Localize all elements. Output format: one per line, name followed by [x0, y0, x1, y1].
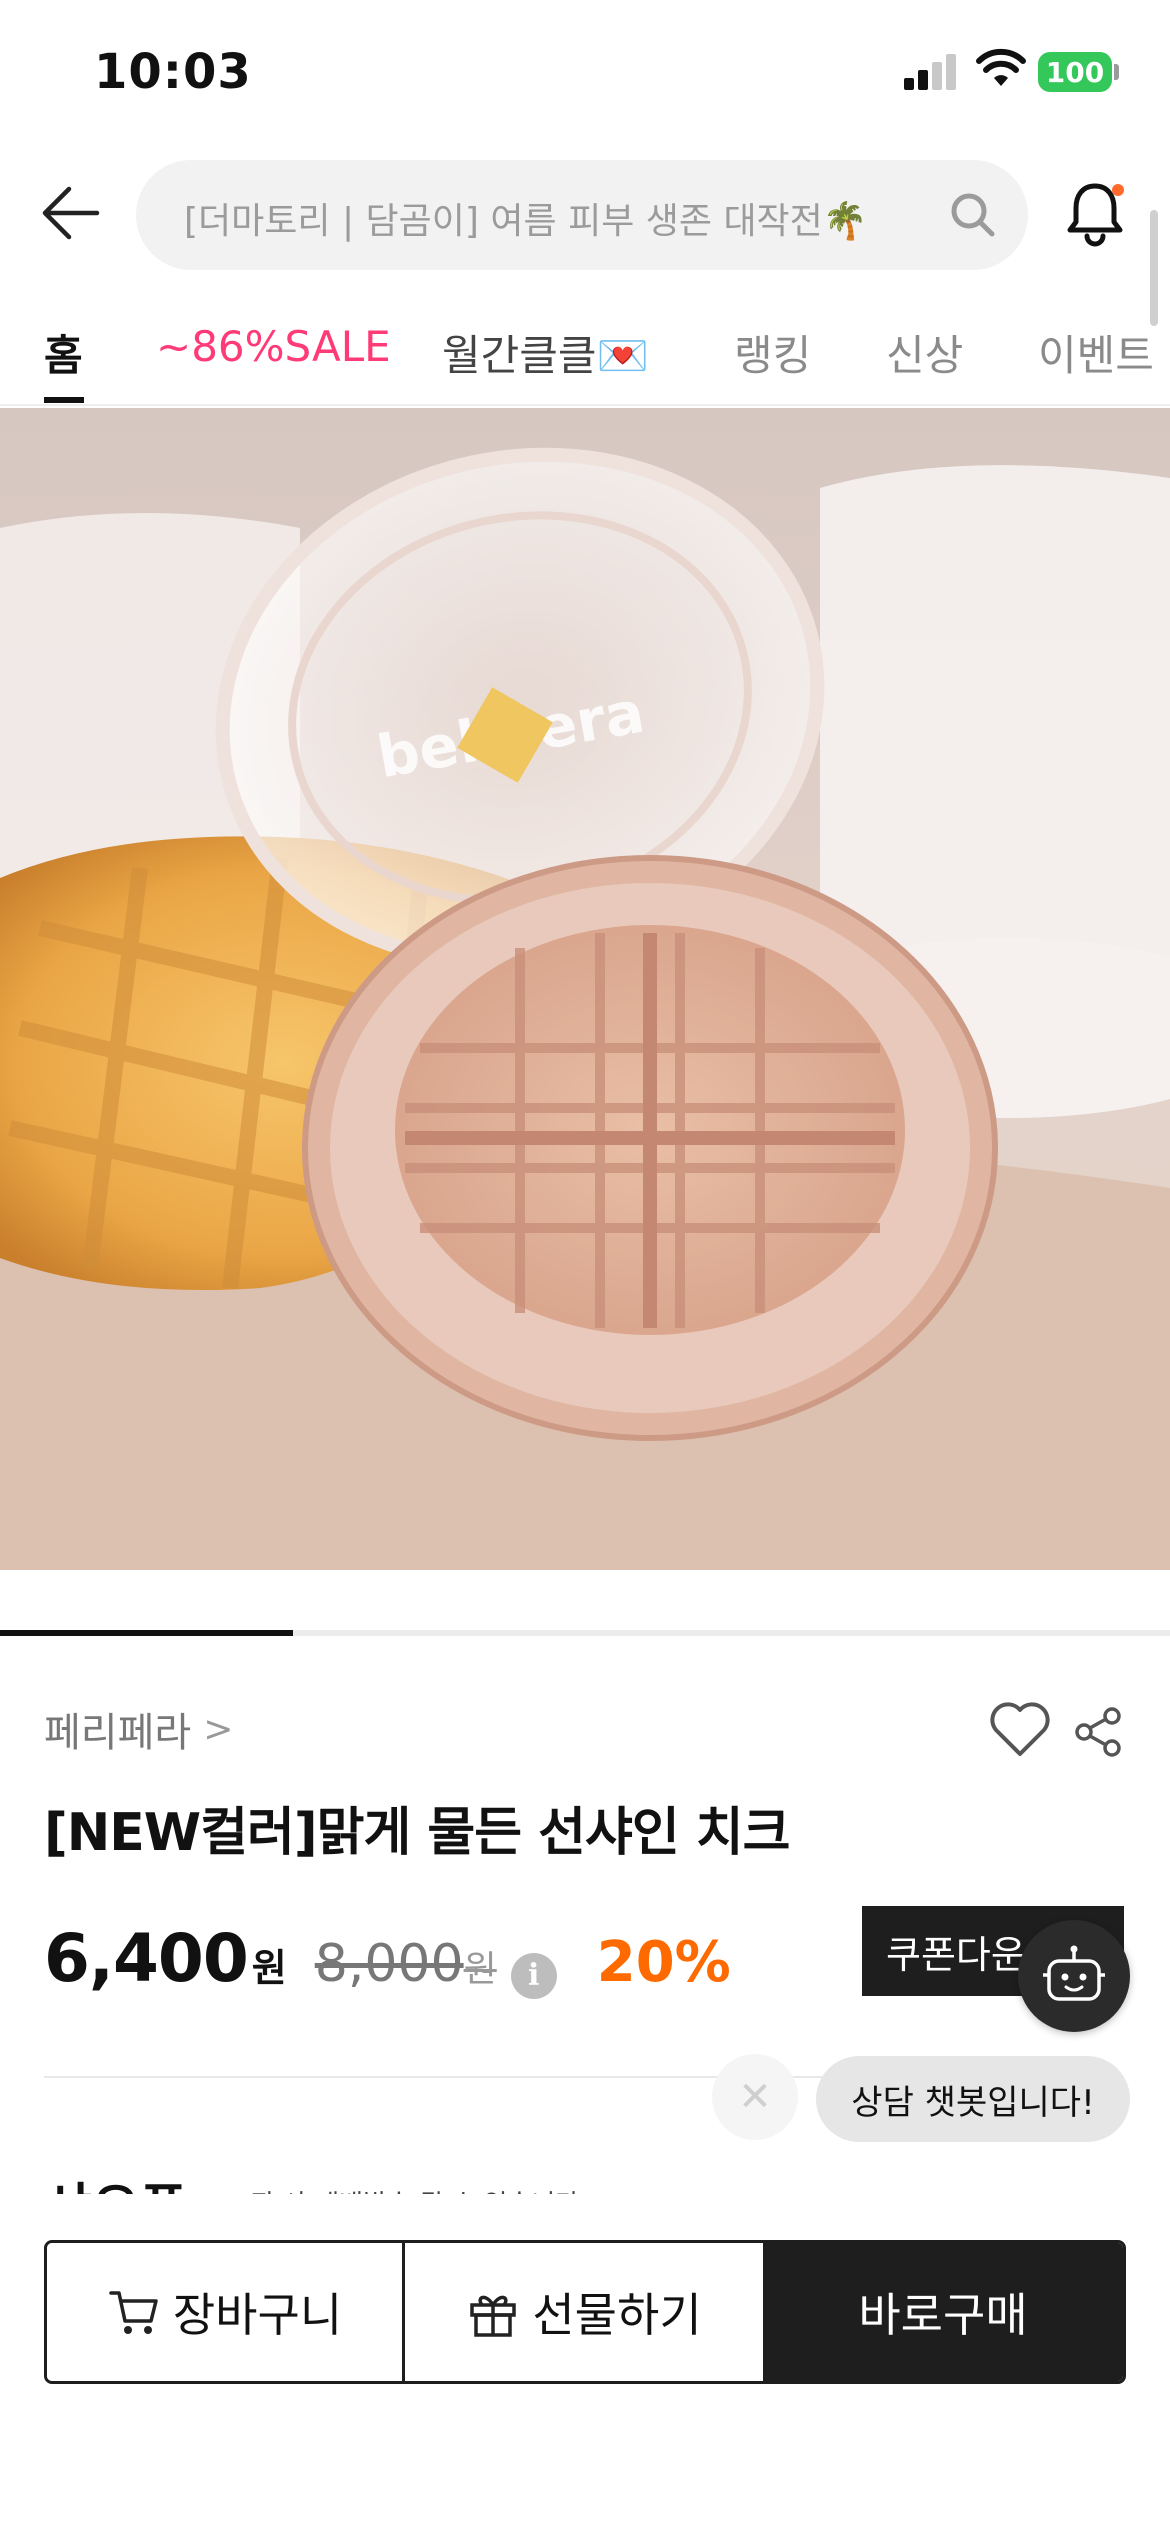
- battery-indicator: 100: [1038, 52, 1112, 92]
- search-icon[interactable]: [946, 188, 1000, 242]
- cart-label: 장바구니: [172, 2288, 343, 2342]
- image-pager-progress: [0, 1630, 293, 1636]
- sale-price: 6,400: [44, 1920, 249, 1997]
- price-info-icon[interactable]: i: [510, 1952, 557, 1999]
- tab-event[interactable]: 이벤트: [1038, 322, 1154, 383]
- heart-icon[interactable]: [988, 1700, 1052, 1760]
- tab-ranking[interactable]: 랭킹: [734, 322, 811, 383]
- category-tabs: 홈 ~86%SALE 월간클클💌 랭킹 신상 이벤트: [0, 300, 1170, 406]
- status-bar: 10:03 100: [0, 0, 1170, 150]
- section-subtitle: ※ 1 잔 사 태배발송 될 수 있습니다: [196, 2184, 579, 2194]
- search-placeholder: [더마토리 | 담곰이] 여름 피부 생존 대작전🌴: [184, 201, 868, 242]
- action-button-group: 장바구니 선물하기 바로구매: [44, 2240, 1126, 2384]
- chatbot-button[interactable]: [1018, 1920, 1130, 2032]
- brand-link[interactable]: 페리페라 >: [44, 1700, 233, 1758]
- section-title: 샤오픈: [44, 2166, 188, 2194]
- tab-home[interactable]: 홈: [44, 322, 83, 383]
- tab-monthly[interactable]: 월간클클💌: [442, 322, 649, 383]
- discount-rate: 20%: [596, 1930, 731, 1995]
- buy-now-button[interactable]: 바로구매: [763, 2243, 1123, 2381]
- cart-button[interactable]: 장바구니: [47, 2243, 405, 2381]
- original-price: 8,000: [314, 1934, 464, 1994]
- bottom-action-bar: 장바구니 선물하기 바로구매: [0, 2194, 1170, 2532]
- gift-button[interactable]: 선물하기: [405, 2243, 763, 2381]
- brand-name: 페리페라: [44, 1710, 192, 1756]
- battery-tip: [1114, 64, 1119, 80]
- wifi-icon: [976, 48, 1026, 88]
- original-price-unit: 원: [463, 1949, 497, 1990]
- chatbot-close-button[interactable]: ✕: [712, 2054, 798, 2140]
- tab-sale[interactable]: ~86%SALE: [156, 322, 391, 371]
- close-icon: ✕: [738, 2074, 772, 2120]
- price-row: 6,400 원 8,000 원 i 20%: [44, 1920, 731, 2010]
- product-title: [NEW컬러]맑게 물든 선샤인 치크: [44, 1803, 790, 1863]
- chevron-right-icon: >: [203, 1708, 234, 1750]
- cart-icon: [109, 2291, 158, 2334]
- product-image[interactable]: bellbera: [0, 408, 1170, 1570]
- tab-new[interactable]: 신상: [886, 322, 963, 383]
- share-icon[interactable]: [1072, 1706, 1124, 1758]
- image-pager-track: [0, 1630, 1170, 1636]
- status-time: 10:03: [94, 44, 252, 100]
- active-tab-underline: [44, 397, 84, 403]
- sale-price-unit: 원: [251, 1946, 287, 1990]
- cellular-signal-icon: [904, 52, 960, 90]
- chatbot-message[interactable]: 상담 챗봇입니다!: [816, 2056, 1130, 2142]
- back-arrow-icon: [42, 186, 100, 240]
- back-button[interactable]: [36, 178, 106, 248]
- notification-dot: [1112, 184, 1124, 196]
- gift-label: 선물하기: [532, 2288, 702, 2342]
- gift-icon: [470, 2295, 517, 2337]
- robot-icon: [1043, 1945, 1105, 2001]
- search-input[interactable]: [더마토리 | 담곰이] 여름 피부 생존 대작전🌴: [136, 160, 1028, 270]
- shipping-section: 샤오픈 ※ 1 잔 사 태배발송 될 수 있습니다: [44, 2164, 1124, 2194]
- battery-level: 100: [1045, 55, 1105, 89]
